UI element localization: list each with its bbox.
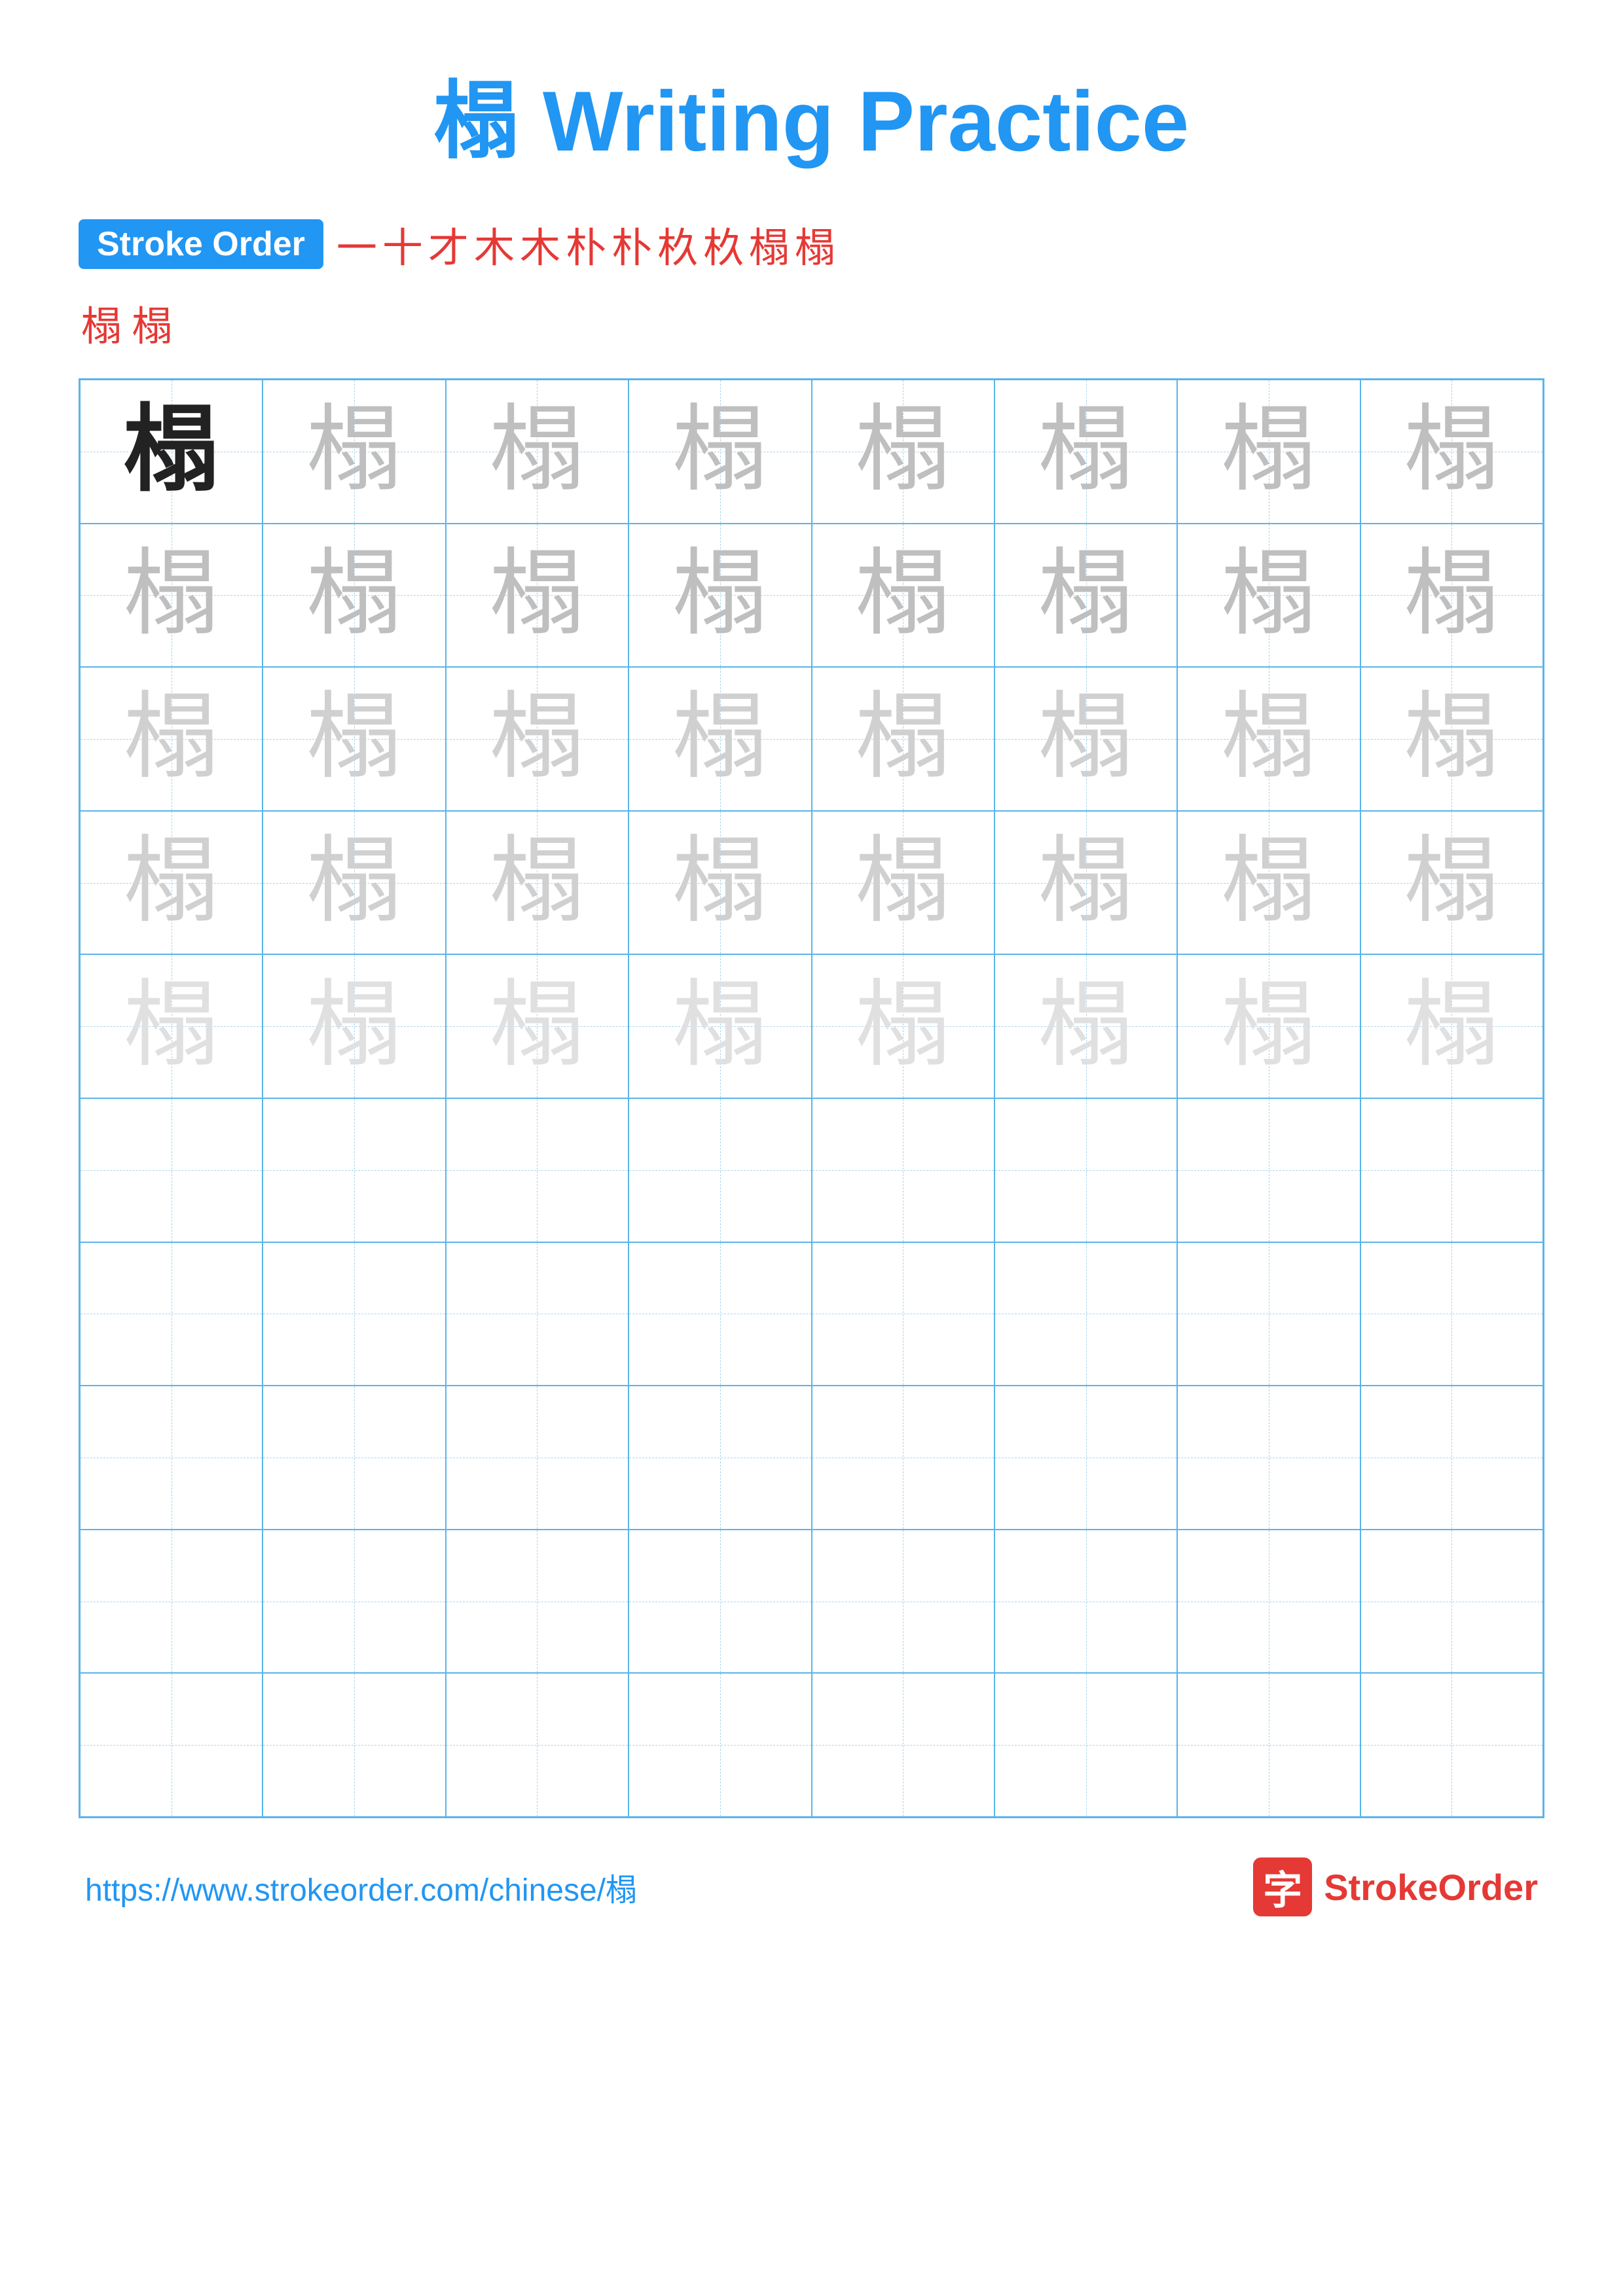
grid-cell[interactable]: 榻 — [812, 667, 994, 811]
grid-cell[interactable] — [1177, 1242, 1360, 1386]
grid-cell[interactable]: 榻 — [80, 524, 263, 668]
grid-cell[interactable]: 榻 — [812, 954, 994, 1098]
grid-cell[interactable] — [629, 1386, 811, 1530]
grid-cell[interactable] — [446, 1242, 629, 1386]
grid-cell[interactable] — [812, 1386, 994, 1530]
grid-cell[interactable] — [994, 1098, 1177, 1242]
grid-cell[interactable] — [1360, 1530, 1543, 1674]
footer-url[interactable]: https://www.strokeorder.com/chinese/榻 — [85, 1864, 637, 1910]
grid-cell[interactable] — [812, 1530, 994, 1674]
grid-cell[interactable] — [812, 1242, 994, 1386]
grid-cell[interactable] — [80, 1673, 263, 1817]
page: 榻 Writing Practice Stroke Order 一 十 才 木 … — [0, 0, 1623, 2296]
grid-cell[interactable]: 榻 — [80, 667, 263, 811]
grid-cell[interactable]: 榻 — [629, 667, 811, 811]
grid-cell[interactable] — [80, 1386, 263, 1530]
grid-cell[interactable]: 榻 — [263, 954, 445, 1098]
grid-cell[interactable] — [263, 1386, 445, 1530]
grid-cell[interactable] — [1360, 1673, 1543, 1817]
grid-cell[interactable]: 榻 — [994, 667, 1177, 811]
grid-cell[interactable] — [812, 1673, 994, 1817]
grid-cell[interactable]: 榻 — [446, 667, 629, 811]
grid-cell[interactable]: 榻 — [1360, 380, 1543, 524]
stroke-order-badge: Stroke Order — [79, 219, 323, 269]
grid-cell[interactable] — [994, 1386, 1177, 1530]
grid-cell[interactable]: 榻 — [994, 380, 1177, 524]
page-title: 榻 Writing Practice — [79, 52, 1544, 175]
practice-grid: 榻 榻 榻 榻 榻 榻 榻 榻 榻 榻 榻 榻 榻 榻 榻 榻 榻 榻 榻 榻 … — [79, 378, 1544, 1818]
grid-cell[interactable] — [446, 1530, 629, 1674]
grid-cell[interactable] — [263, 1673, 445, 1817]
grid-cell[interactable] — [446, 1673, 629, 1817]
grid-cell[interactable] — [1177, 1098, 1360, 1242]
grid-cell[interactable] — [263, 1530, 445, 1674]
grid-cell[interactable]: 榻 — [629, 954, 811, 1098]
grid-cell[interactable]: 榻 — [994, 524, 1177, 668]
grid-cell[interactable]: 榻 — [629, 811, 811, 955]
grid-cell[interactable] — [994, 1673, 1177, 1817]
grid-cell[interactable] — [1360, 1386, 1543, 1530]
grid-cell[interactable]: 榻 — [1360, 524, 1543, 668]
grid-cell[interactable]: 榻 — [1177, 380, 1360, 524]
grid-cell[interactable]: 榻 — [263, 380, 445, 524]
grid-cell[interactable]: 榻 — [446, 811, 629, 955]
grid-cell[interactable] — [629, 1673, 811, 1817]
grid-cell[interactable]: 榻 — [80, 811, 263, 955]
grid-cell[interactable] — [812, 1098, 994, 1242]
stroke-sequence-line1: 一 十 才 木 木 朴 朴 杦 杦 榻 榻 — [337, 215, 835, 274]
grid-cell[interactable] — [80, 1242, 263, 1386]
grid-cell[interactable]: 榻 — [263, 667, 445, 811]
footer-logo: 字 StrokeOrder — [1253, 1857, 1538, 1916]
grid-cell[interactable]: 榻 — [629, 380, 811, 524]
grid-cell[interactable]: 榻 — [80, 954, 263, 1098]
grid-cell[interactable] — [629, 1530, 811, 1674]
grid-cell[interactable] — [263, 1098, 445, 1242]
grid-cell[interactable] — [1177, 1673, 1360, 1817]
grid-cell[interactable] — [1360, 1098, 1543, 1242]
grid-cell[interactable] — [1177, 1386, 1360, 1530]
grid-cell[interactable]: 榻 — [812, 811, 994, 955]
grid-cell[interactable] — [994, 1530, 1177, 1674]
grid-cell[interactable] — [446, 1386, 629, 1530]
grid-cell[interactable]: 榻 — [1177, 954, 1360, 1098]
grid-cell[interactable] — [263, 1242, 445, 1386]
stroke-sequence-line2: 榻 榻 — [81, 293, 1544, 352]
grid-cell[interactable]: 榻 — [446, 380, 629, 524]
grid-cell[interactable] — [80, 1530, 263, 1674]
grid-cell[interactable]: 榻 — [1360, 811, 1543, 955]
grid-cell[interactable]: 榻 — [446, 954, 629, 1098]
logo-icon: 字 — [1253, 1857, 1312, 1916]
grid-cell[interactable]: 榻 — [263, 524, 445, 668]
grid-cell[interactable]: 榻 — [1177, 524, 1360, 668]
grid-cell[interactable] — [629, 1242, 811, 1386]
grid-cell[interactable]: 榻 — [1177, 811, 1360, 955]
grid-cell[interactable] — [80, 1098, 263, 1242]
grid-cell[interactable]: 榻 — [994, 954, 1177, 1098]
grid-cell[interactable] — [1360, 1242, 1543, 1386]
footer: https://www.strokeorder.com/chinese/榻 字 … — [79, 1857, 1544, 1916]
grid-cell[interactable]: 榻 — [994, 811, 1177, 955]
grid-cell[interactable]: 榻 — [446, 524, 629, 668]
grid-cell[interactable]: 榻 — [812, 380, 994, 524]
grid-cell[interactable] — [629, 1098, 811, 1242]
grid-cell[interactable]: 榻 — [1360, 667, 1543, 811]
grid-cell[interactable] — [1177, 1530, 1360, 1674]
grid-cell[interactable]: 榻 — [80, 380, 263, 524]
grid-cell[interactable]: 榻 — [629, 524, 811, 668]
logo-text: StrokeOrder — [1324, 1866, 1538, 1909]
grid-cell[interactable]: 榻 — [263, 811, 445, 955]
grid-cell[interactable]: 榻 — [1177, 667, 1360, 811]
grid-cell[interactable] — [994, 1242, 1177, 1386]
stroke-order-section: Stroke Order 一 十 才 木 木 朴 朴 杦 杦 榻 榻 — [79, 215, 1544, 274]
grid-cell[interactable]: 榻 — [1360, 954, 1543, 1098]
grid-cell[interactable]: 榻 — [812, 524, 994, 668]
grid-cell[interactable] — [446, 1098, 629, 1242]
